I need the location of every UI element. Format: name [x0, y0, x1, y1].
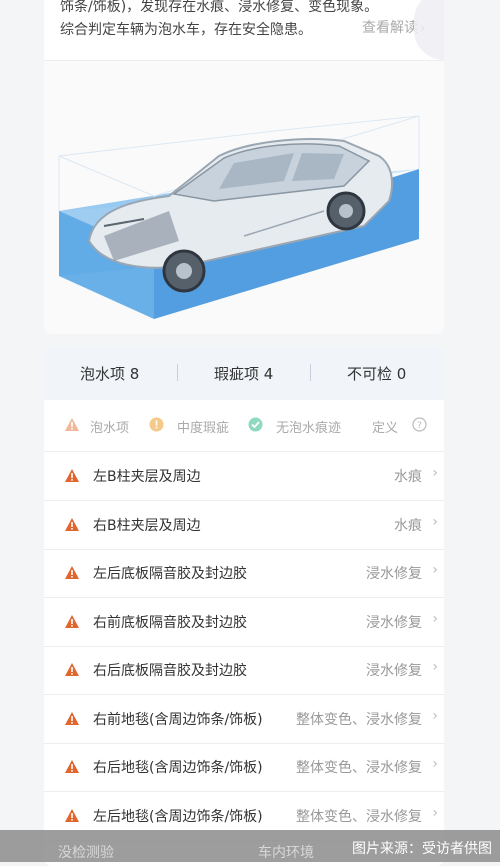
item-status: 水痕	[394, 517, 422, 534]
image-credit-bar: 没检测验 车内环境 图片来源：受访者供图	[0, 830, 500, 862]
chevron-right-icon: ›	[432, 707, 438, 724]
summary-card: 饰条/饰板)，发现存在水痕、浸水修复、变色现象。综合判定车辆为泡水车，存在安全隐…	[44, 0, 444, 334]
inspection-item-row[interactable]: 左B柱夹层及周边 水痕 ›	[44, 452, 444, 501]
car-flood-illustration	[44, 61, 444, 334]
legend-moderate: 中度瑕疵	[177, 421, 230, 436]
inspection-item-row[interactable]: 右B柱夹层及周边 水痕 ›	[44, 501, 444, 550]
tab-divider	[177, 364, 178, 381]
svg-text:?: ?	[417, 421, 422, 431]
inspection-item-row[interactable]: 右前底板隔音胶及封边胶 浸水修复 ›	[44, 598, 444, 647]
item-label: 右前底板隔音胶及封边胶	[93, 614, 247, 631]
legend: 泡水项 中度瑕疵 无泡水痕迹 定义 ?	[44, 401, 444, 452]
item-status: 整体变色、浸水修复	[296, 711, 422, 728]
tab-defects[interactable]: 瑕疵项 4	[214, 363, 273, 384]
inspection-item-row[interactable]: 右前地毯(含周边饰条/饰板) 整体变色、浸水修复 ›	[44, 695, 444, 744]
chevron-right-icon: ›	[432, 465, 438, 481]
warning-triangle-icon	[65, 517, 79, 531]
warning-triangle-icon	[65, 663, 79, 676]
warning-triangle-icon	[65, 418, 79, 431]
item-label: 左后底板隔音胶及封边胶	[93, 566, 247, 582]
item-label: 右前地毯(含周边饰条/饰板)	[93, 711, 263, 728]
item-status: 整体变色、浸水修复	[296, 808, 422, 825]
warning-triangle-icon	[65, 760, 79, 773]
warning-triangle-icon	[65, 711, 79, 725]
tab-uncheckable[interactable]: 不可检 0	[347, 363, 406, 384]
summary-text: 饰条/饰板)，发现存在水痕、浸水修复、变色现象。综合判定车辆为泡水车，存在安全隐…	[60, 0, 379, 38]
image-credit: 图片来源：受访者供图	[352, 841, 492, 857]
warning-triangle-icon	[65, 566, 79, 579]
item-status: 整体变色、浸水修复	[296, 760, 422, 776]
item-label: 左后地毯(含周边饰条/饰板)	[93, 808, 263, 825]
warning-triangle-icon	[65, 808, 79, 822]
legend-definition-link[interactable]: 定义	[372, 417, 398, 436]
chevron-right-icon: ›	[432, 804, 438, 821]
item-status: 浸水修复	[366, 566, 422, 582]
check-circle-icon	[248, 417, 263, 432]
legend-soaked: 泡水项	[90, 421, 130, 436]
tab-divider	[310, 364, 311, 381]
category-tabs: 泡水项 8 瑕疵项 4 不可检 0	[44, 346, 444, 400]
view-explanation-label: 查看解读	[362, 20, 418, 36]
item-label: 右后地毯(含周边饰条/饰板)	[93, 760, 263, 776]
partial-section-label: 车内环境	[258, 845, 314, 861]
partial-section-label: 没检测验	[58, 845, 114, 861]
item-status: 浸水修复	[366, 614, 422, 631]
mascot-avatar	[414, 0, 444, 60]
warning-triangle-icon	[65, 469, 79, 482]
chevron-right-icon: ›	[432, 756, 438, 772]
chevron-right-icon: ›	[432, 659, 438, 675]
legend-no-soak: 无泡水痕迹	[276, 421, 342, 436]
item-status: 水痕	[394, 469, 422, 485]
inspection-item-row[interactable]: 左后底板隔音胶及封边胶 浸水修复 ›	[44, 549, 444, 598]
help-circle-icon[interactable]: ?	[412, 417, 427, 432]
moderate-alert-icon	[149, 417, 164, 432]
inspection-item-row[interactable]: 右后地毯(含周边饰条/饰板) 整体变色、浸水修复 ›	[44, 743, 444, 792]
chevron-right-icon: ›	[432, 513, 438, 530]
item-label: 右B柱夹层及周边	[93, 517, 201, 534]
inspection-list-card: 泡水项 8 瑕疵项 4 不可检 0 泡水项 中度瑕疵 无泡水痕迹 定义 ? 左B…	[44, 346, 444, 866]
chevron-right-icon: ›	[432, 562, 438, 578]
item-label: 右后底板隔音胶及封边胶	[93, 663, 247, 679]
inspection-item-row[interactable]: 右后底板隔音胶及封边胶 浸水修复 ›	[44, 646, 444, 695]
chevron-right-icon: ›	[432, 610, 438, 627]
item-status: 浸水修复	[366, 663, 422, 679]
item-label: 左B柱夹层及周边	[93, 469, 201, 485]
tab-soaked[interactable]: 泡水项 8	[80, 363, 139, 384]
flooded-car-graphic	[58, 115, 420, 319]
warning-triangle-icon	[65, 614, 79, 628]
